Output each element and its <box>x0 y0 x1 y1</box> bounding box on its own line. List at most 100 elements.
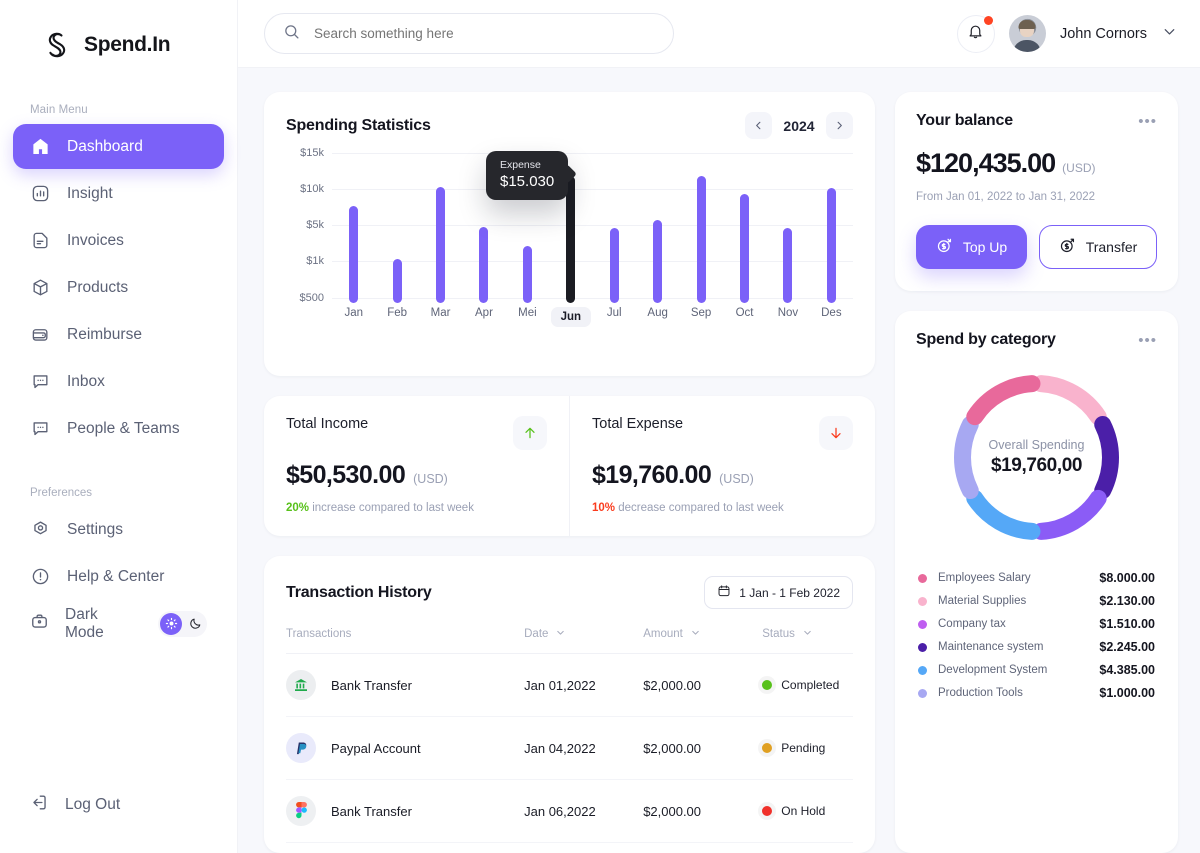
income-note-text: increase compared to last week <box>312 502 474 514</box>
x-tick-label[interactable]: Oct <box>723 307 766 327</box>
chart-bar[interactable] <box>740 194 749 303</box>
sidebar-item-label: Invoices <box>67 232 124 250</box>
chevron-down-icon[interactable] <box>802 627 813 641</box>
moon-icon[interactable] <box>185 614 205 634</box>
column-amount[interactable]: Amount <box>643 627 762 654</box>
y-tick: $1k <box>306 255 324 267</box>
sidebar-item-dashboard[interactable]: Dashboard <box>13 124 224 169</box>
prev-year-button[interactable] <box>745 112 772 139</box>
chart-bar-column[interactable] <box>375 153 418 303</box>
sidebar-item-products[interactable]: Products <box>13 265 224 310</box>
transfer-button[interactable]: Transfer <box>1039 225 1157 269</box>
dark-mode-toggle[interactable] <box>158 611 207 637</box>
date-range-button[interactable]: 1 Jan - 1 Feb 2022 <box>704 576 853 609</box>
avatar[interactable] <box>1009 15 1046 52</box>
chart-bar-column[interactable] <box>593 153 636 303</box>
x-tick-label[interactable]: Jul <box>593 307 636 327</box>
column-status[interactable]: Status <box>762 627 853 654</box>
main-menu-label: Main Menu <box>0 60 237 124</box>
chevron-down-icon[interactable] <box>555 627 566 641</box>
chart-bar[interactable] <box>566 176 575 303</box>
chart-bar[interactable] <box>479 227 488 303</box>
legend-row[interactable]: Development System$4.385.00 <box>916 660 1157 680</box>
sidebar-item-reimburse[interactable]: Reimburse <box>13 312 224 357</box>
x-tick-label[interactable]: Des <box>810 307 853 327</box>
x-tick-label[interactable]: Apr <box>462 307 505 327</box>
message-icon <box>30 371 51 392</box>
more-options-icon[interactable]: ••• <box>1138 333 1157 348</box>
transaction-date: Jan 01,2022 <box>524 654 643 717</box>
brand-logo[interactable]: Spend.In <box>0 0 237 60</box>
calendar-icon <box>717 584 731 601</box>
balance-header: Your balance ••• <box>916 112 1157 130</box>
more-options-icon[interactable]: ••• <box>1138 114 1157 129</box>
legend-row[interactable]: Maintenance system$2.245.00 <box>916 637 1157 657</box>
chart-bar[interactable] <box>523 246 532 303</box>
sidebar-item-inbox[interactable]: Inbox <box>13 359 224 404</box>
legend-value: $2.130.00 <box>1099 594 1155 608</box>
legend-row[interactable]: Company tax$1.510.00 <box>916 614 1157 634</box>
x-tick-label[interactable]: Aug <box>636 307 679 327</box>
chart-bar-column[interactable] <box>332 153 375 303</box>
column-date[interactable]: Date <box>524 627 643 654</box>
sidebar-item-people-teams[interactable]: People & Teams <box>13 406 224 451</box>
x-tick-label[interactable]: Mar <box>419 307 462 327</box>
next-year-button[interactable] <box>826 112 853 139</box>
search-input[interactable] <box>314 26 655 41</box>
x-tick-label[interactable]: Jan <box>332 307 375 327</box>
status-dot <box>762 743 772 753</box>
status-badge: Pending <box>781 741 825 755</box>
status-dot <box>762 680 772 690</box>
topbar-right: John Cornors <box>957 15 1178 53</box>
table-row[interactable]: Bank TransferJan 06,2022$2,000.00On Hold <box>286 780 853 843</box>
chart-bar[interactable] <box>783 228 792 303</box>
legend-row[interactable]: Employees Salary$8.000.00 <box>916 568 1157 588</box>
legend-row[interactable]: Production Tools$1.000.00 <box>916 683 1157 703</box>
top-up-button[interactable]: Top Up <box>916 225 1027 269</box>
chart-bar-column[interactable] <box>636 153 679 303</box>
chart-bar-column[interactable] <box>810 153 853 303</box>
chart-bar-column[interactable] <box>419 153 462 303</box>
x-tick-label[interactable]: Sep <box>679 307 722 327</box>
legend-row[interactable]: Material Supplies$2.130.00 <box>916 591 1157 611</box>
sidebar-item-help-center[interactable]: Help & Center <box>13 554 224 599</box>
sidebar-item-settings[interactable]: Settings <box>13 507 224 552</box>
expense-header: Total Expense <box>592 416 853 450</box>
chart-bar[interactable] <box>653 220 662 303</box>
x-tick-label[interactable]: Jun <box>549 307 592 327</box>
sidebar-item-insight[interactable]: Insight <box>13 171 224 216</box>
chart-bar[interactable] <box>697 176 706 303</box>
donut-center: Overall Spending $19,760,00 <box>944 365 1129 550</box>
chart-bar[interactable] <box>349 206 358 303</box>
transactions-table: Transactions Date <box>286 627 853 843</box>
overall-spending-label: Overall Spending <box>989 438 1085 452</box>
x-tick-label[interactable]: Feb <box>375 307 418 327</box>
chart-bar[interactable] <box>610 228 619 303</box>
transaction-name: Bank Transfer <box>331 804 412 819</box>
logout-button[interactable]: Log Out <box>0 793 237 853</box>
chart-bar[interactable] <box>436 187 445 303</box>
chevron-down-icon[interactable] <box>1161 23 1178 45</box>
x-tick-label[interactable]: Nov <box>766 307 809 327</box>
chart-bar-column[interactable] <box>679 153 722 303</box>
sidebar-item-invoices[interactable]: Invoices <box>13 218 224 263</box>
chart-bar-column[interactable] <box>766 153 809 303</box>
x-tick-label[interactable]: Mei <box>506 307 549 327</box>
sidebar: Spend.In Main Menu Dashboard Insight <box>0 0 238 853</box>
notifications-button[interactable] <box>957 15 995 53</box>
left-column: Spending Statistics 2024 <box>264 92 875 853</box>
legend-color-dot <box>918 620 927 629</box>
chart-bar[interactable] <box>827 188 836 303</box>
column-label: Date <box>524 628 548 640</box>
chevron-down-icon[interactable] <box>690 627 701 641</box>
search-box[interactable] <box>264 13 674 54</box>
chart-bar-column[interactable] <box>723 153 766 303</box>
table-row[interactable]: Bank TransferJan 01,2022$2,000.00Complet… <box>286 654 853 717</box>
sidebar-item-label: Products <box>67 279 128 297</box>
chart-bar[interactable] <box>393 259 402 303</box>
legend-color-dot <box>918 597 927 606</box>
table-row[interactable]: Paypal AccountJan 04,2022$2,000.00Pendin… <box>286 717 853 780</box>
home-icon <box>30 136 51 157</box>
sun-icon[interactable] <box>160 613 182 635</box>
sidebar-item-label: Settings <box>67 521 123 539</box>
